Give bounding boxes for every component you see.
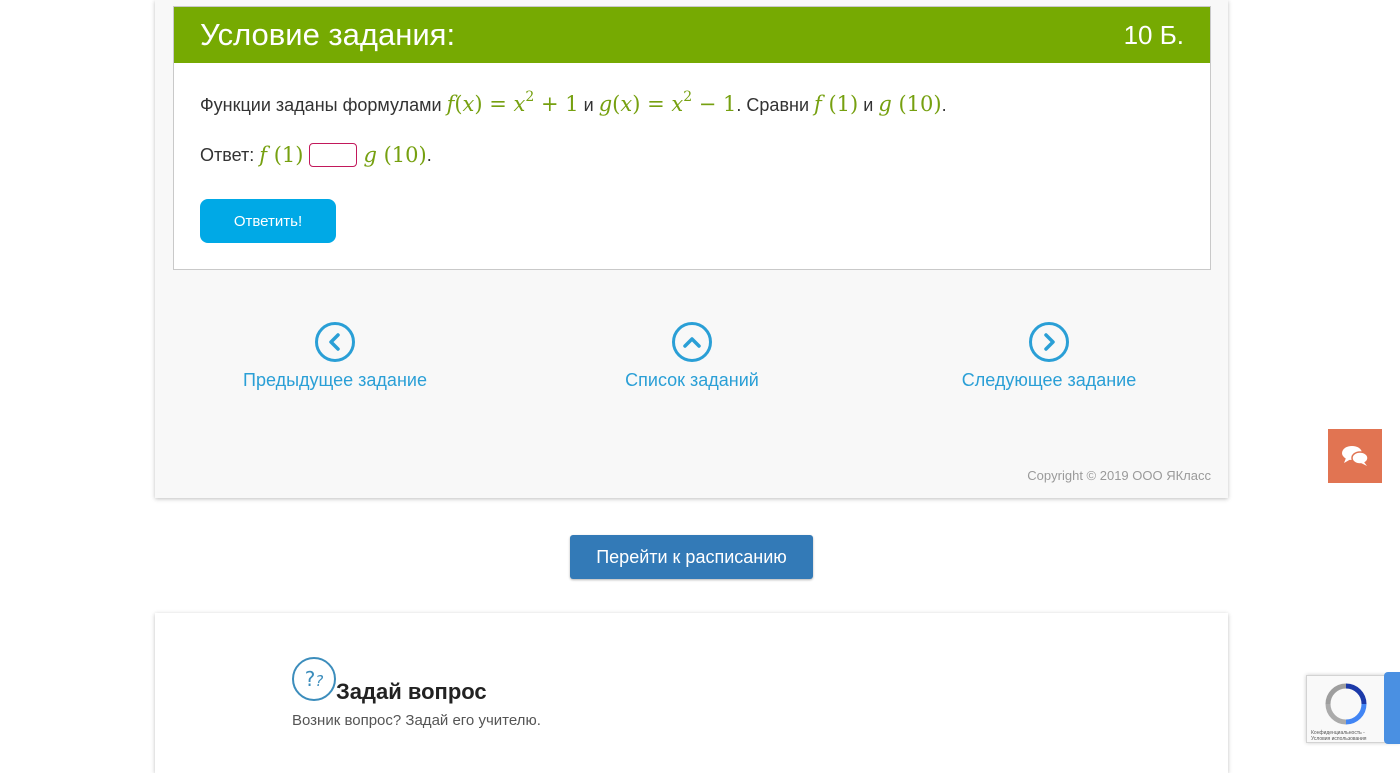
recaptcha-side-tab[interactable] bbox=[1384, 672, 1400, 744]
ask-question-subtitle: Возник вопрос? Задай его учителю. bbox=[292, 712, 541, 729]
prev-task-link[interactable]: Предыдущее задание bbox=[205, 322, 465, 391]
chevron-up-icon[interactable] bbox=[672, 322, 712, 362]
formula-g: g(x) = x2 − 1 bbox=[598, 89, 737, 116]
statement-prefix: Функции заданы формулами bbox=[200, 95, 442, 115]
task-title: Условие задания: bbox=[200, 17, 456, 52]
formula-f: f(x) = x2 + 1 bbox=[446, 89, 579, 116]
formula-g10: g (10) bbox=[878, 92, 942, 116]
answer-input[interactable] bbox=[309, 143, 358, 167]
formula-f1: f (1) bbox=[814, 92, 859, 116]
ask-question-title: Задай вопрос bbox=[336, 679, 487, 704]
answer-formula-g10: g (10) bbox=[363, 143, 427, 167]
statement-compare: . Сравни bbox=[736, 95, 810, 115]
task-points: 10 Б. bbox=[1123, 19, 1184, 50]
answer-label: Ответ: bbox=[200, 144, 255, 165]
prev-task-label[interactable]: Предыдущее задание bbox=[243, 370, 427, 390]
statement-end: . bbox=[941, 95, 947, 115]
statement-and: и bbox=[583, 95, 594, 115]
answer-formula-f1: f (1) bbox=[259, 143, 304, 167]
answer-line: Ответ: f (1) g (10). bbox=[200, 143, 432, 167]
recaptcha-logo-icon bbox=[1325, 683, 1367, 725]
task-statement: Функции заданы формулами f(x) = x2 + 1 и… bbox=[200, 89, 947, 116]
answer-end: . bbox=[426, 144, 432, 165]
statement-and2: и bbox=[863, 95, 874, 115]
next-task-label[interactable]: Следующее задание bbox=[962, 370, 1137, 390]
submit-answer-button[interactable]: Ответить! bbox=[200, 199, 336, 243]
ask-question-card: ?? Задай вопрос Возник вопрос? Задай его… bbox=[155, 613, 1228, 773]
chevron-right-icon[interactable] bbox=[1029, 322, 1069, 362]
chat-bubbles-icon bbox=[1342, 446, 1369, 466]
task-list-label[interactable]: Список заданий bbox=[625, 370, 759, 390]
recaptcha-privacy-text[interactable]: Конфиденциальность - Условия использован… bbox=[1311, 730, 1383, 742]
copyright-text: Copyright © 2019 ООО ЯКласс bbox=[1027, 468, 1211, 483]
task-box: Условие задания: 10 Б. Функции заданы фо… bbox=[173, 6, 1211, 270]
feedback-button[interactable] bbox=[1328, 429, 1382, 483]
task-list-link[interactable]: Список заданий bbox=[562, 322, 822, 391]
next-task-link[interactable]: Следующее задание bbox=[919, 322, 1179, 391]
chevron-left-icon[interactable] bbox=[315, 322, 355, 362]
task-header: Условие задания: 10 Б. bbox=[174, 7, 1210, 63]
go-to-schedule-button[interactable]: Перейти к расписанию bbox=[570, 535, 813, 579]
question-marks-icon: ?? bbox=[292, 657, 336, 701]
